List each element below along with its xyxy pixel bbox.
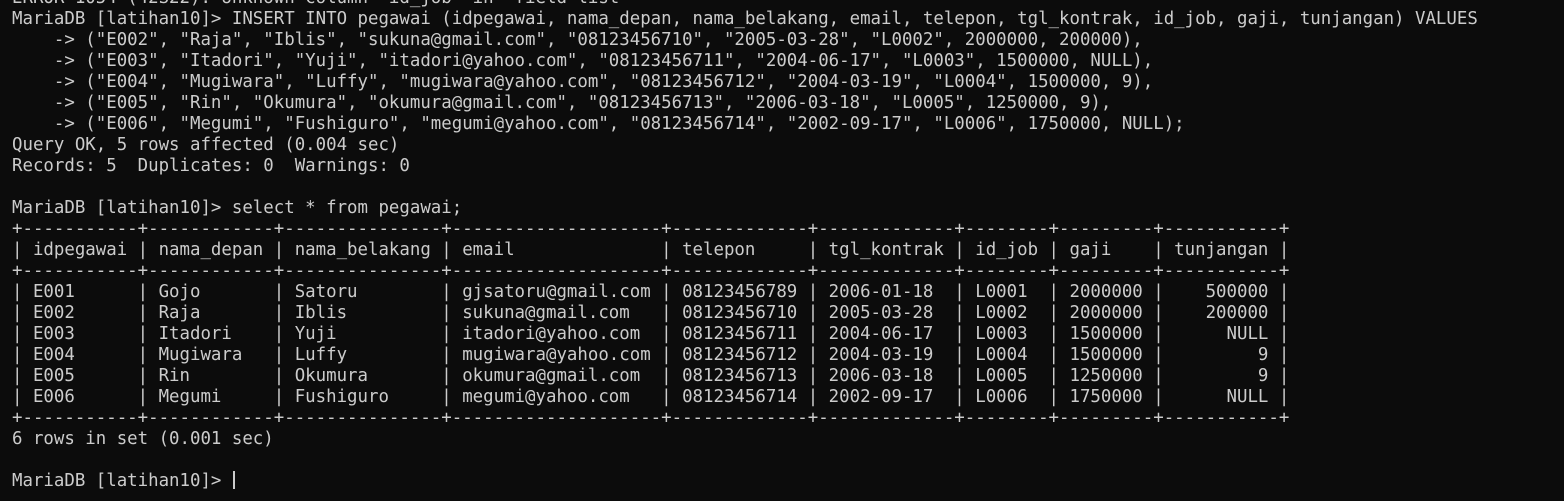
- table-row: | E002 | Raja | Iblis | sukuna@gmail.com…: [12, 303, 1290, 323]
- table-border-bottom: +-----------+------------+--------------…: [12, 408, 1290, 428]
- terminal-window[interactable]: ERROR 1054 (42S22): Unknown column 'id_j…: [0, 0, 1564, 501]
- table-row: | E005 | Rin | Okumura | okumura@gmail.c…: [12, 366, 1290, 386]
- terminal-line-insert-row-e002: -> ("E002", "Raja", "Iblis", "sukuna@gma…: [12, 30, 1143, 50]
- terminal-line-query-ok: Query OK, 5 rows affected (0.004 sec): [12, 135, 400, 155]
- terminal-line-records: Records: 5 Duplicates: 0 Warnings: 0: [12, 156, 410, 176]
- terminal-prompt-line[interactable]: MariaDB [latihan10]>: [12, 471, 1564, 492]
- terminal-line-insert-row-e003: -> ("E003", "Itadori", "Yuji", "itadori@…: [12, 51, 1154, 71]
- text-cursor: [232, 471, 235, 489]
- terminal-prompt: MariaDB [latihan10]>: [12, 471, 232, 491]
- table-border-top: +-----------+------------+--------------…: [12, 219, 1290, 239]
- table-row: | E006 | Megumi | Fushiguro | megumi@yah…: [12, 387, 1290, 407]
- terminal-line-error: ERROR 1054 (42S22): Unknown column 'id_j…: [12, 0, 1564, 9]
- terminal-line-insert-row-e006: -> ("E006", "Megumi", "Fushiguro", "megu…: [12, 114, 1185, 134]
- terminal-line-select-command: MariaDB [latihan10]> select * from pegaw…: [12, 198, 463, 218]
- terminal-line-rows-in-set: 6 rows in set (0.001 sec): [12, 429, 274, 449]
- table-row: | E004 | Mugiwara | Luffy | mugiwara@yah…: [12, 345, 1290, 365]
- table-header-row: | idpegawai | nama_depan | nama_belakang…: [12, 240, 1290, 260]
- table-row: | E001 | Gojo | Satoru | gjsatoru@gmail.…: [12, 282, 1290, 302]
- terminal-line-insert-row-e004: -> ("E004", "Mugiwara", "Luffy", "mugiwa…: [12, 72, 1154, 92]
- terminal-line-insert-row-e005: -> ("E005", "Rin", "Okumura", "okumura@g…: [12, 93, 1112, 113]
- table-border-header: +-----------+------------+--------------…: [12, 261, 1290, 281]
- terminal-line-insert-command: MariaDB [latihan10]> INSERT INTO pegawai…: [12, 9, 1478, 29]
- table-row: | E003 | Itadori | Yuji | itadori@yahoo.…: [12, 324, 1290, 344]
